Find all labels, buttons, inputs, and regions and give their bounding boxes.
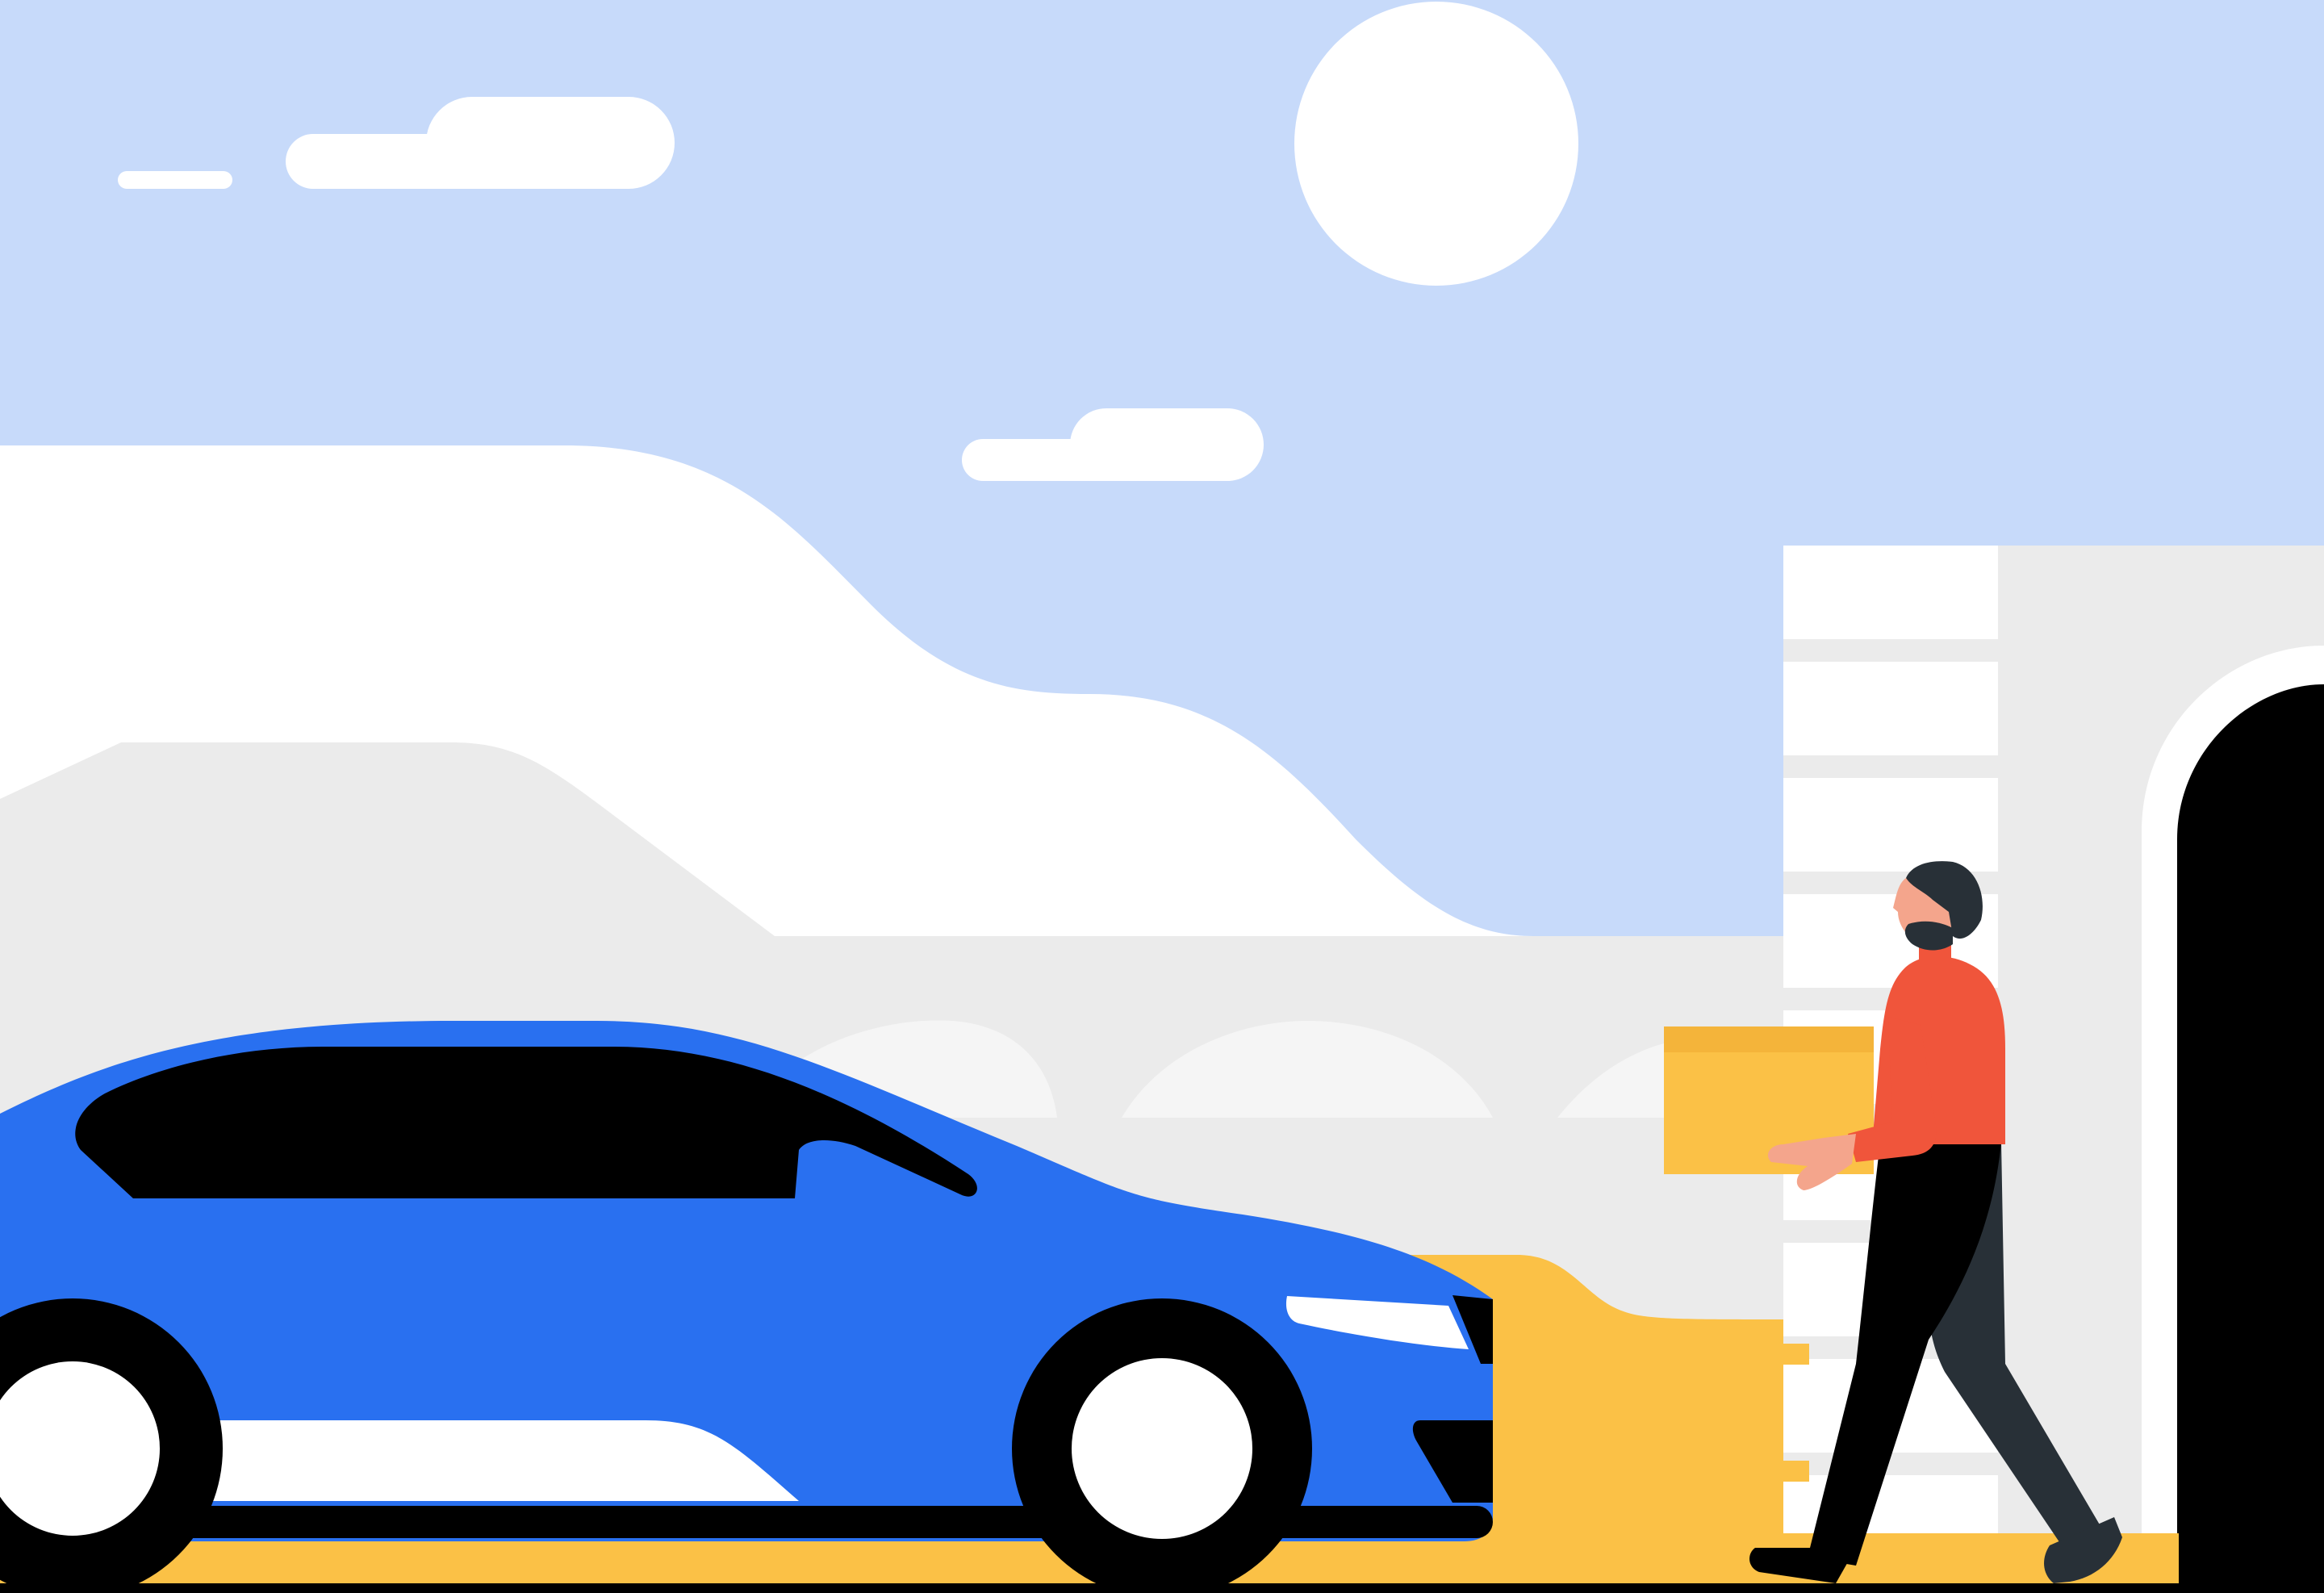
doorway-icon <box>2177 684 2324 1593</box>
front-hubcap <box>1072 1358 1252 1539</box>
beam-tab-2 <box>1783 1461 1809 1482</box>
package-box-lid <box>1664 1026 1874 1052</box>
delivery-illustration <box>0 0 2324 1593</box>
sun-icon <box>1294 2 1578 286</box>
beam-tab-1 <box>1783 1344 1809 1365</box>
